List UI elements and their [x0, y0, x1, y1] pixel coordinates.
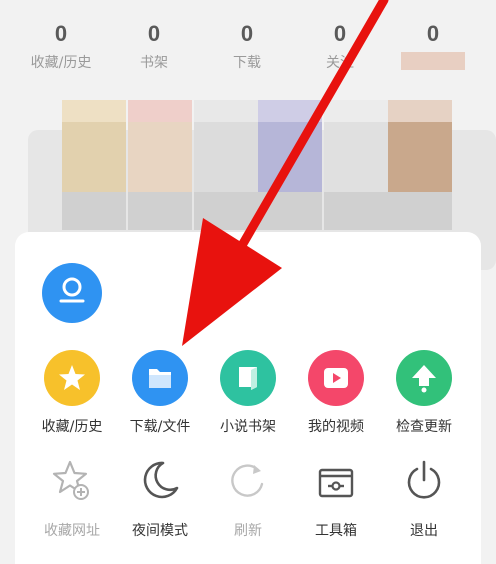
thumbnail — [388, 100, 452, 230]
stat-label: 收藏/历史 — [30, 55, 92, 71]
folder-icon — [132, 350, 188, 406]
star-icon — [44, 350, 100, 406]
moon-icon — [132, 454, 188, 510]
stat-count: 0 — [240, 21, 254, 46]
menu-favorites-history[interactable]: 收藏/历史 — [27, 350, 117, 436]
stat-count: 0 — [147, 21, 161, 46]
menu-my-videos[interactable]: 我的视频 — [291, 350, 381, 436]
video-play-icon — [308, 350, 364, 406]
menu-label: 刷新 — [234, 523, 262, 539]
menu-label: 退出 — [410, 523, 438, 539]
menu-label: 收藏网址 — [44, 523, 100, 539]
stat-label-blur — [401, 52, 465, 70]
menu-bookmark-site[interactable]: 收藏网址 — [27, 454, 117, 540]
stat-favorites[interactable]: 0 收藏/历史 — [16, 20, 106, 72]
book-icon — [220, 350, 276, 406]
menu-toolbox[interactable]: 工具箱 — [291, 454, 381, 540]
stat-label: 书架 — [140, 55, 168, 71]
stat-count: 0 — [54, 21, 68, 46]
thumbnail — [324, 100, 388, 230]
menu-label: 小说书架 — [220, 419, 276, 435]
menu-download-files[interactable]: 下载/文件 — [115, 350, 205, 436]
update-arrow-icon — [396, 350, 452, 406]
stat-downloads[interactable]: 0 下载 — [202, 20, 292, 72]
menu-night-mode[interactable]: 夜间模式 — [115, 454, 205, 540]
thumbnail — [194, 100, 258, 230]
menu-check-update[interactable]: 检查更新 — [379, 350, 469, 436]
stat-label: 关注 — [326, 55, 354, 71]
stat-bookshelf[interactable]: 0 书架 — [109, 20, 199, 72]
stat-extra[interactable]: 0 — [388, 20, 478, 70]
toolbox-icon — [308, 454, 364, 510]
star-add-icon — [44, 454, 100, 510]
stat-label: 下载 — [233, 55, 261, 71]
menu-label: 检查更新 — [396, 419, 452, 435]
menu-label: 我的视频 — [308, 419, 364, 435]
stat-count: 0 — [333, 21, 347, 46]
stat-following[interactable]: 0 关注 — [295, 20, 385, 72]
stat-count: 0 — [426, 21, 440, 46]
menu-label: 夜间模式 — [132, 523, 188, 539]
thumbnail — [62, 100, 126, 230]
menu-exit[interactable]: 退出 — [379, 454, 469, 540]
refresh-icon — [220, 454, 276, 510]
menu-label: 工具箱 — [315, 523, 357, 539]
menu-sheet: 收藏/历史 下载/文件 小说书架 我的视频 检查更新 收藏网址 夜间模式 刷新 … — [15, 232, 481, 564]
thumbnail — [128, 100, 192, 230]
stats-bar: 0 收藏/历史 0 书架 0 下载 0 关注 0 — [0, 0, 496, 100]
menu-label: 下载/文件 — [129, 419, 191, 435]
account-avatar[interactable] — [42, 263, 102, 323]
menu-label: 收藏/历史 — [41, 419, 103, 435]
thumbnail — [258, 100, 322, 230]
user-icon — [59, 277, 85, 303]
menu-refresh[interactable]: 刷新 — [203, 454, 293, 540]
menu-novel-bookshelf[interactable]: 小说书架 — [203, 350, 293, 436]
power-icon — [396, 454, 452, 510]
